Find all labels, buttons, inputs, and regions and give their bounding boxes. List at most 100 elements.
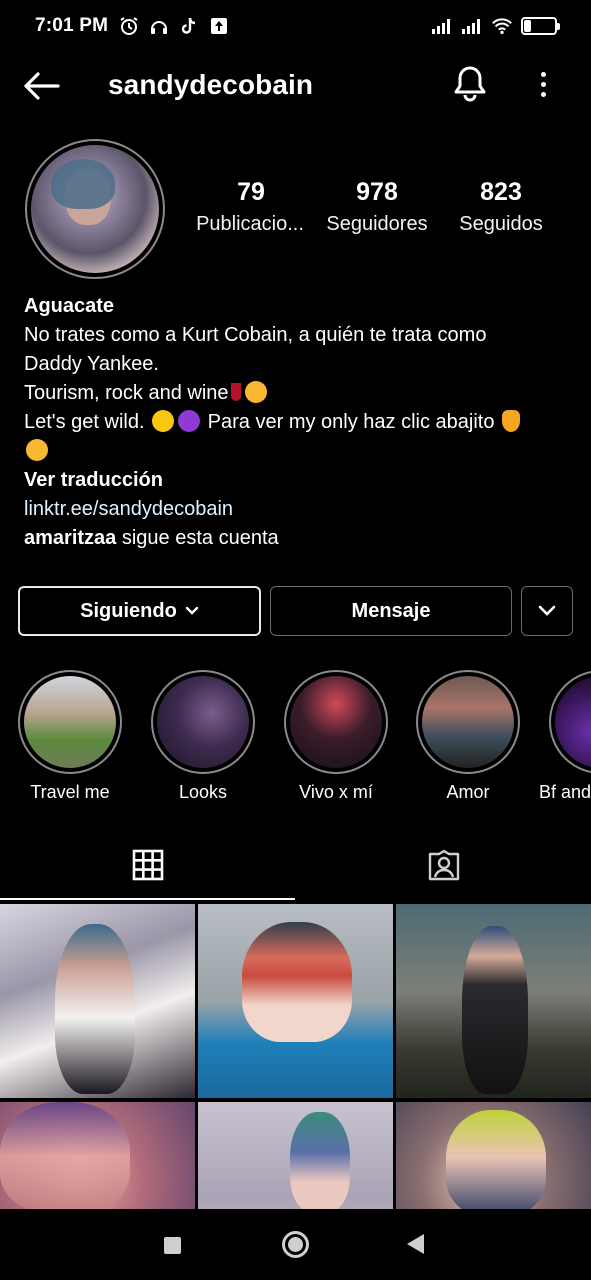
- highlight-item[interactable]: Looks: [151, 670, 255, 803]
- post-thumbnail[interactable]: [198, 904, 393, 1098]
- highlight-label: Amor: [446, 782, 490, 802]
- status-right-icons: 23: [431, 15, 560, 37]
- profile-name: Aguacate: [24, 295, 115, 317]
- see-translation-link[interactable]: Ver traducción: [24, 466, 574, 495]
- message-label: Mensaje: [351, 599, 431, 622]
- post-figure: [242, 922, 352, 1042]
- highlight-item[interactable]: Travel me: [18, 670, 122, 803]
- more-options-button[interactable]: [530, 66, 556, 102]
- followed-by-text[interactable]: amaritzaa sigue esta cuenta: [24, 524, 574, 553]
- message-button[interactable]: Mensaje: [270, 586, 512, 636]
- followed-by-username: amaritzaa: [24, 527, 117, 549]
- back-arrow-icon: [24, 72, 60, 100]
- signal-icon: [431, 15, 453, 37]
- cat-emoji-icon: [26, 439, 48, 461]
- following-button[interactable]: Siguiendo: [18, 586, 261, 636]
- following-label: Seguidos: [459, 213, 543, 235]
- post-figure: [290, 1112, 350, 1209]
- post-figure: [55, 924, 135, 1094]
- tab-posts-grid[interactable]: [0, 830, 295, 900]
- highlight-label: Bf and: [539, 782, 591, 802]
- posts-count: 79: [237, 178, 265, 206]
- tagged-person-icon: [428, 849, 459, 881]
- post-thumbnail[interactable]: [198, 1102, 393, 1209]
- cat-emoji-icon: [244, 381, 267, 403]
- bio-line-text: Let's get wild.: [24, 411, 145, 433]
- highlight-cover: [290, 676, 382, 768]
- upload-icon: [208, 15, 230, 37]
- following-stat[interactable]: 823 Seguidos: [442, 178, 560, 236]
- bio-line: No trates como a Kurt Cobain, a quién te…: [24, 324, 487, 346]
- profile-username: sandydecobain: [108, 69, 314, 100]
- grid-icon: [132, 849, 163, 881]
- home-icon: [288, 1237, 303, 1252]
- highlight-cover: [422, 676, 514, 768]
- bio-link[interactable]: linktr.ee/sandydecobain: [24, 495, 574, 524]
- posts-label: Publicacio...: [196, 213, 304, 235]
- highlight-label: Travel me: [30, 782, 110, 802]
- tab-tagged[interactable]: [296, 830, 591, 900]
- pointing-down-icon: [502, 410, 521, 432]
- highlight-ring: [284, 670, 388, 774]
- alarm-icon: [118, 15, 140, 37]
- chevron-down-icon: [538, 605, 556, 616]
- system-navigation-bar: [0, 1209, 591, 1280]
- post-figure: [462, 926, 528, 1094]
- back-button[interactable]: [22, 68, 62, 104]
- highlight-item[interactable]: Amor: [416, 670, 520, 803]
- highlight-ring: [18, 670, 122, 774]
- bio-line-text: Tourism, rock and wine: [24, 382, 229, 404]
- following-label: Siguiendo: [80, 599, 177, 622]
- home-button[interactable]: [282, 1231, 309, 1258]
- profile-tabs: [0, 830, 591, 900]
- profile-stats: 79 Publicacio... 978 Seguidores 823 Segu…: [190, 178, 560, 236]
- chevron-down-icon: [185, 606, 199, 615]
- story-highlights: Travel me Looks Vivo x mí Amor Bf and: [0, 670, 591, 810]
- status-left-icons: [118, 15, 230, 37]
- bio-line: Tourism, rock and wine: [24, 379, 574, 408]
- post-thumbnail[interactable]: [0, 1102, 195, 1209]
- devil-emoji-icon: [178, 410, 201, 432]
- bell-icon: [454, 66, 486, 102]
- post-figure: [446, 1110, 546, 1209]
- notifications-button[interactable]: [452, 64, 490, 104]
- highlight-cover: [555, 676, 591, 768]
- highlight-ring: [549, 670, 591, 774]
- system-back-button[interactable]: [407, 1234, 424, 1254]
- crazy-face-emoji-icon: [152, 410, 175, 432]
- more-vertical-icon: [540, 91, 546, 97]
- status-bar: 7:01 PM 23: [0, 0, 591, 52]
- profile-bio: Aguacate No trates como a Kurt Cobain, a…: [24, 292, 574, 553]
- wifi-icon: [491, 15, 513, 37]
- headset-icon: [148, 15, 170, 37]
- posts-stat[interactable]: 79 Publicacio...: [190, 178, 312, 236]
- followers-label: Seguidores: [326, 213, 428, 235]
- posts-grid: [0, 904, 591, 1209]
- post-thumbnail[interactable]: [0, 904, 195, 1098]
- post-thumbnail[interactable]: [396, 904, 591, 1098]
- highlight-ring: [416, 670, 520, 774]
- suggested-accounts-button[interactable]: [521, 586, 573, 636]
- active-tab-indicator: [0, 898, 295, 900]
- bio-line: Daddy Yankee.: [24, 353, 159, 375]
- followed-by-suffix: sigue esta cuenta: [121, 527, 279, 549]
- wine-glass-icon: [230, 383, 241, 401]
- highlight-cover: [157, 676, 249, 768]
- post-thumbnail[interactable]: [396, 1102, 591, 1209]
- profile-avatar-ring[interactable]: [25, 139, 165, 279]
- bio-line: [24, 437, 574, 466]
- status-time: 7:01 PM: [35, 15, 109, 36]
- bio-line-text: Para ver my only haz clic abajito: [207, 411, 495, 433]
- highlight-item[interactable]: Bf and: [539, 670, 591, 803]
- followers-stat[interactable]: 978 Seguidores: [312, 178, 442, 236]
- more-vertical-icon: [540, 81, 546, 87]
- battery-icon: 23: [521, 17, 560, 35]
- highlight-label: Looks: [178, 782, 228, 802]
- highlight-label: Vivo x mí: [299, 782, 373, 802]
- avatar: [31, 145, 159, 273]
- highlight-item[interactable]: Vivo x mí: [284, 670, 388, 803]
- profile-header: sandydecobain: [0, 52, 591, 118]
- post-figure: [0, 1102, 130, 1209]
- battery-level: 23: [532, 19, 546, 33]
- recents-button[interactable]: [164, 1237, 181, 1254]
